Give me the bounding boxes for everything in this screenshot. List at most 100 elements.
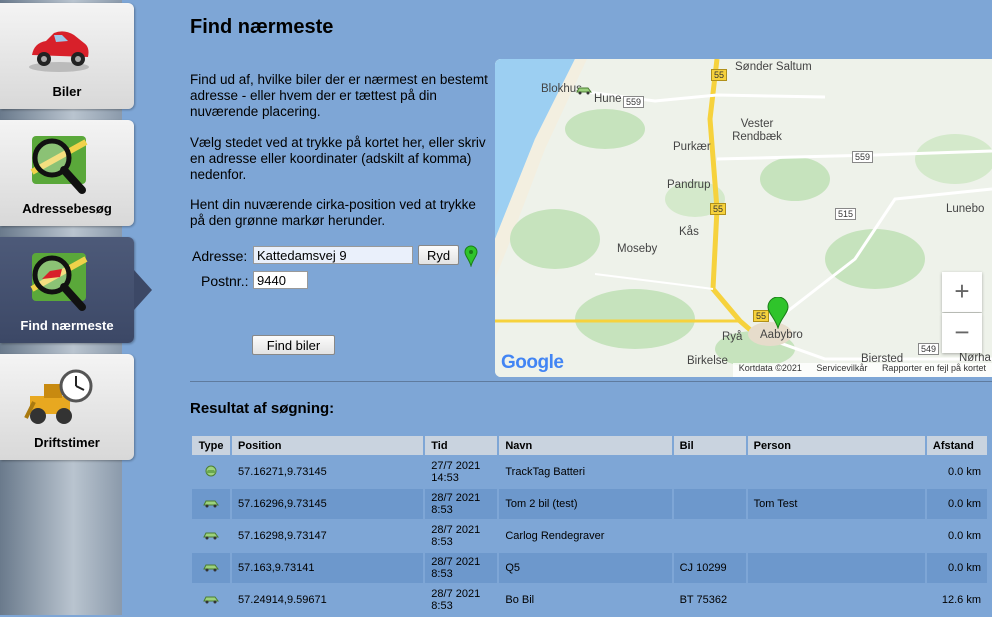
position-cell: 57.163,9.73141 [232,553,424,583]
clear-button[interactable]: Ryd [418,245,460,265]
nav-label: Biler [52,84,82,99]
person-cell [747,457,925,487]
car-icon [205,465,217,476]
col-header-name[interactable]: Navn [499,436,672,455]
type-cell [192,585,231,615]
type-cell [192,521,231,551]
road-number-badge: 515 [835,208,857,220]
col-header-person[interactable]: Person [747,436,925,455]
map-place-label: Aabybro [760,329,803,341]
distance-cell: 0.0 km [926,457,987,487]
find-nearest-icon [30,253,88,311]
location-paragraph: Hent din nuværende cirka-position ved at… [190,197,476,228]
type-cell [192,457,231,487]
current-location-marker-icon[interactable] [464,245,478,267]
table-row[interactable]: 57.163,9.73141 28/7 2021 8:53 Q5 CJ 10299… [192,553,987,583]
person-cell [747,553,925,583]
person-cell [747,521,925,551]
car-icon [29,31,89,72]
active-indicator-arrow [134,270,152,310]
col-header-time[interactable]: Tid [425,436,498,455]
name-cell: Carlog Rendegraver [499,521,672,551]
car-cell: CJ 10299 [673,553,746,583]
table-row[interactable]: 57.16298,9.73147 28/7 2021 8:53 Carlog Re… [192,521,987,551]
car-icon [203,500,220,507]
zoom-out-button[interactable]: − [942,313,982,353]
time-cell: 27/7 2021 14:53 [425,457,498,487]
time-cell: 28/7 2021 8:53 [425,585,498,615]
nav-label: Find nærmeste [20,318,114,333]
map-place-label: Vester Rendbæk [732,118,782,143]
position-cell: 57.16296,9.73145 [232,489,424,519]
operating-hours-icon [24,369,93,424]
map-footer: Kortdata ©2021 Servicevilkår Rapporter e… [732,363,992,377]
map-place-label: Ryå [722,331,743,343]
page-title: Find nærmeste [190,16,334,38]
map-place-label: Lunebo [946,203,985,215]
zoom-in-button[interactable]: + [942,272,982,312]
table-row[interactable]: 57.16296,9.73145 28/7 2021 8:53 Tom 2 bil… [192,489,987,519]
position-cell: 57.16271,9.73145 [232,457,424,487]
person-cell: Tom Test [747,489,925,519]
car-icon [203,564,220,571]
time-cell: 28/7 2021 8:53 [425,489,498,519]
car-icon [203,596,220,603]
distance-cell: 0.0 km [926,521,987,551]
name-cell: TrackTag Batteri [499,457,672,487]
address-magnifier-icon [30,136,88,194]
road-number-badge: 549 [918,343,940,355]
find-cars-button[interactable]: Find biler [252,335,335,355]
distance-cell: 0.0 km [926,553,987,583]
nav-label: Adressebesøg [22,201,112,216]
name-cell: Q5 [499,553,672,583]
car-icon [203,532,220,539]
distance-cell: 12.6 km [926,585,987,615]
nav-item-biler[interactable]: Biler [0,3,134,109]
road-number-badge: 55 [710,203,727,215]
nav-item-driftstimer[interactable]: Driftstimer [0,354,134,460]
map-report-link[interactable]: Rapporter en fejl på kortet [882,363,986,373]
intro-paragraph: Find ud af, hvilke biler der er nærmest … [190,72,488,119]
time-cell: 28/7 2021 8:53 [425,553,498,583]
position-cell: 57.24914,9.59671 [232,585,424,615]
table-row[interactable]: 57.16271,9.73145 27/7 2021 14:53 TrackTag… [192,457,987,487]
map-place-label: Hune [594,93,622,105]
col-header-distance[interactable]: Afstand [926,436,987,455]
car-cell: BT 75362 [673,585,746,615]
table-header-row: Type Position Tid Navn Bil Person Afstan… [192,436,987,455]
name-cell: Bo Bil [499,585,672,615]
google-logo: Google [501,352,564,373]
col-header-car[interactable]: Bil [673,436,746,455]
car-marker-icon[interactable] [576,85,592,95]
results-table: Type Position Tid Navn Bil Person Afstan… [190,434,989,617]
time-cell: 28/7 2021 8:53 [425,521,498,551]
map-terrain [495,59,992,377]
person-cell [747,585,925,615]
type-cell [192,553,231,583]
map[interactable]: Sønder Saltum Blokhus Hune Vester Rendbæ… [495,59,992,377]
car-cell [673,457,746,487]
map-place-label: Sønder Saltum [735,61,812,73]
nav-item-find-naermeste[interactable]: Find nærmeste [0,237,134,343]
results-title: Resultat af søgning: [190,400,335,417]
address-label: Adresse: [192,248,248,264]
road-number-badge: 559 [623,96,645,108]
selected-location-pin-icon[interactable] [767,297,789,329]
table-row[interactable]: 57.24914,9.59671 28/7 2021 8:53 Bo Bil BT… [192,585,987,615]
col-header-type[interactable]: Type [192,436,231,455]
map-data-credit: Kortdata ©2021 [738,363,802,373]
nav-item-adressebesog[interactable]: Adressebesøg [0,120,134,226]
col-header-position[interactable]: Position [232,436,424,455]
map-terms-link[interactable]: Servicevilkår [816,363,867,373]
distance-cell: 0.0 km [926,489,987,519]
type-cell [192,489,231,519]
map-place-label: Purkær [673,141,711,153]
map-place-label: Birkelse [687,355,728,367]
address-input[interactable] [253,246,413,264]
instruction-paragraph: Vælg stedet ved at trykke på kortet her,… [190,135,486,182]
name-cell: Tom 2 bil (test) [499,489,672,519]
map-place-label: Kås [679,226,699,238]
car-cell [673,521,746,551]
map-place-label: Moseby [617,243,658,255]
postal-input[interactable] [253,271,308,289]
